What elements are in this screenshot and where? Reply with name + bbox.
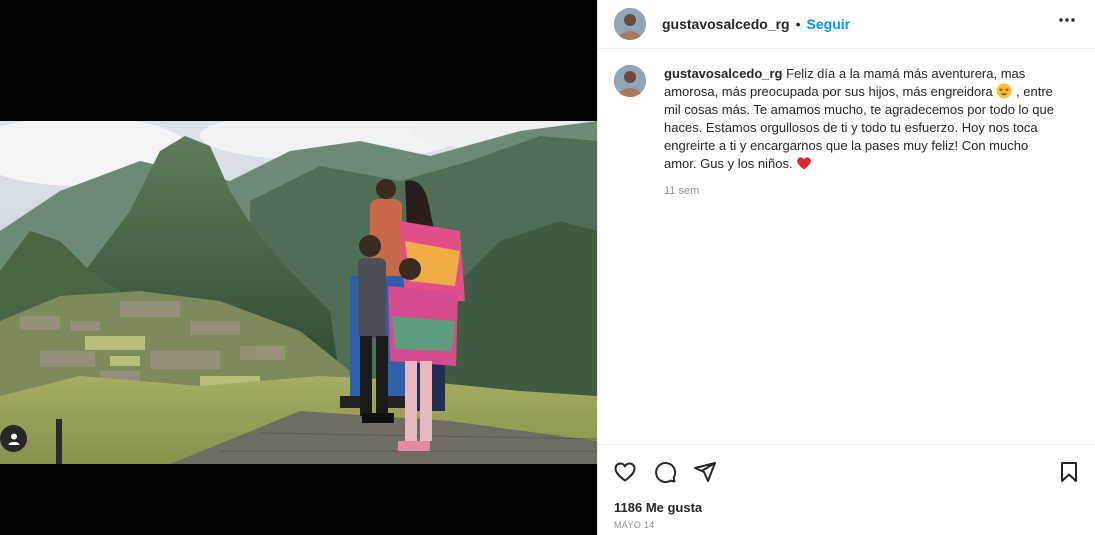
- star-struck-emoji-icon: [996, 83, 1012, 99]
- post-date: MAYO 14: [614, 520, 655, 530]
- post-sidebar: gustavosalcedo_rg • Seguir gustavosalced…: [597, 0, 1095, 535]
- share-button[interactable]: [692, 459, 718, 485]
- avatar[interactable]: [614, 8, 646, 40]
- post-photo: [0, 121, 597, 464]
- more-options-button[interactable]: [1055, 8, 1079, 32]
- caption-avatar[interactable]: [614, 65, 646, 97]
- user-icon: [8, 433, 19, 445]
- likes-count[interactable]: 1186 Me gusta: [614, 500, 702, 515]
- comment-button[interactable]: [652, 459, 678, 485]
- bookmark-icon: [1061, 462, 1077, 482]
- caption-body: gustavosalcedo_rg Feliz día a la mamá má…: [664, 65, 1064, 200]
- heart-icon: [614, 462, 636, 482]
- caption-text: gustavosalcedo_rg Feliz día a la mamá má…: [664, 65, 1064, 173]
- more-horizontal-icon: [1059, 18, 1075, 22]
- post-media[interactable]: [0, 0, 597, 535]
- save-button[interactable]: [1056, 459, 1082, 485]
- separator-dot: •: [795, 16, 801, 32]
- follow-button[interactable]: Seguir: [807, 16, 851, 32]
- comment-icon: [655, 462, 677, 484]
- header-username[interactable]: gustavosalcedo_rg: [662, 16, 790, 32]
- like-button[interactable]: [612, 459, 638, 485]
- tagged-users-button[interactable]: [0, 425, 27, 452]
- comments-section: gustavosalcedo_rg Feliz día a la mamá má…: [598, 49, 1095, 444]
- red-heart-emoji-icon: [797, 157, 812, 170]
- post-header: gustavosalcedo_rg • Seguir: [598, 0, 1095, 49]
- action-bar: [598, 444, 1095, 496]
- caption: gustavosalcedo_rg Feliz día a la mamá má…: [614, 65, 1079, 200]
- caption-timestamp: 11 sem: [664, 185, 700, 197]
- share-icon: [694, 462, 716, 482]
- caption-username[interactable]: gustavosalcedo_rg: [664, 66, 783, 81]
